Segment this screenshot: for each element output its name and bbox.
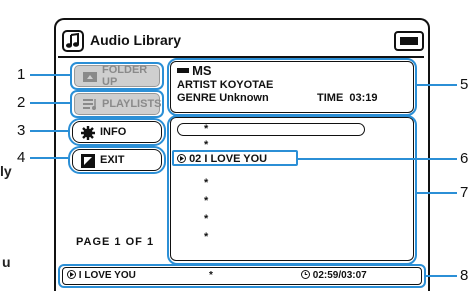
music-note-icon — [62, 30, 84, 52]
callout-8: 8 — [460, 267, 469, 284]
highlight-info-panel — [167, 58, 417, 116]
callout-4: 4 — [17, 149, 26, 166]
page-current: 1 — [114, 236, 122, 248]
highlight-playlists — [70, 90, 164, 118]
callout-line-1 — [30, 74, 70, 76]
callout-5: 5 — [460, 76, 469, 93]
highlight-status-bar — [58, 264, 426, 288]
callout-line-8 — [426, 275, 457, 277]
page-title: Audio Library — [90, 32, 182, 48]
callout-line-5 — [417, 84, 457, 86]
highlight-folder-up — [70, 62, 164, 90]
title-bar: Audio Library — [58, 28, 424, 58]
battery-icon — [394, 31, 424, 51]
callout-line-6 — [298, 158, 457, 160]
callout-line-2 — [30, 102, 70, 104]
page-of-word: OF — [125, 236, 143, 248]
callout-line-7 — [417, 192, 457, 194]
callout-6: 6 — [460, 150, 469, 167]
page-word: PAGE — [76, 236, 111, 248]
highlight-info — [68, 118, 166, 146]
page-indicator: PAGE 1 OF 1 — [76, 236, 154, 248]
callout-line-3 — [30, 130, 68, 132]
highlight-exit — [68, 146, 166, 174]
callout-2: 2 — [17, 94, 26, 111]
highlight-list — [167, 115, 417, 265]
clipped-text-2: u — [2, 254, 11, 270]
callout-3: 3 — [17, 122, 26, 139]
callout-7: 7 — [460, 184, 469, 201]
clipped-text-1: ly — [0, 163, 12, 179]
page-total: 1 — [146, 236, 155, 248]
callout-1: 1 — [17, 66, 26, 83]
callout-line-4 — [30, 157, 68, 159]
